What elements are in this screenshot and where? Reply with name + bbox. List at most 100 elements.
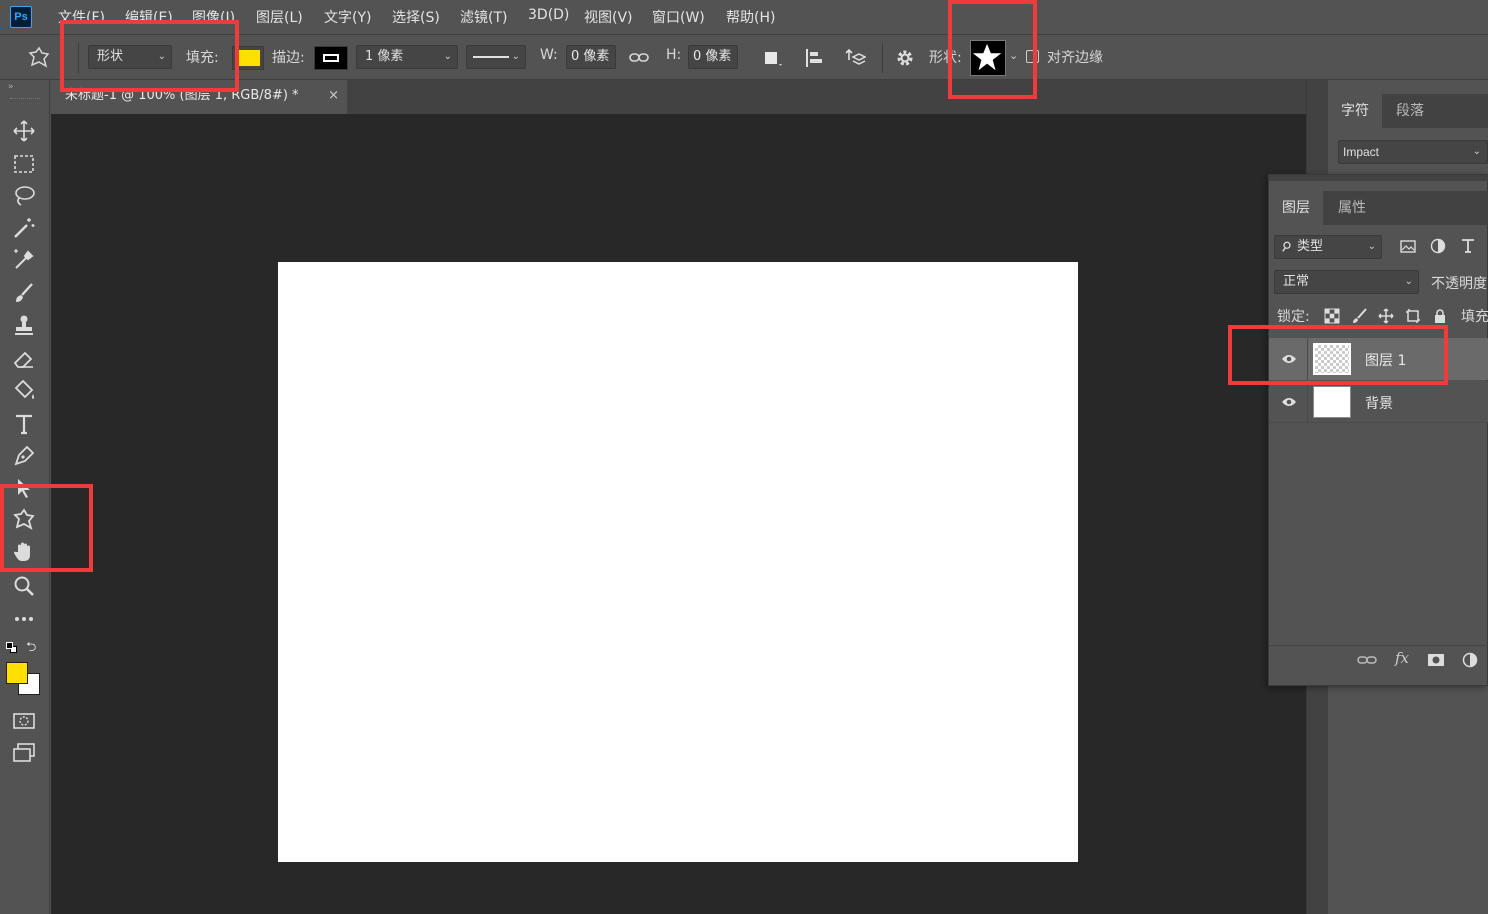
tab-paragraph[interactable]: 段落 [1384,94,1436,128]
stroke-width-value: 1 像素 [365,49,404,64]
menu-file[interactable]: 文件(F) [58,7,105,27]
pen-tool-icon[interactable] [11,443,37,469]
shape-picker-button[interactable] [970,40,1006,76]
stroke-label: 描边: [272,50,305,66]
tool-mode-value: 形状 [97,49,124,64]
custom-shape-tool-icon[interactable] [11,507,37,533]
toolbox-grip[interactable] [10,98,40,101]
font-family-dropdown[interactable]: Impact ⌄ [1338,140,1488,164]
menu-edit[interactable]: 编辑(E) [125,7,173,27]
menu-3d[interactable]: 3D(D) [528,7,569,23]
menu-filter[interactable]: 滤镜(T) [460,7,507,27]
tab-character[interactable]: 字符 [1328,94,1382,128]
menu-image[interactable]: 图像(I) [192,7,235,27]
eraser-icon[interactable] [11,346,37,372]
fill-label: 填充 [1461,309,1488,325]
adjustment-layer-icon[interactable] [1461,651,1479,669]
lock-artboard-icon[interactable] [1405,308,1421,324]
type-filter-icon[interactable] [1459,237,1477,255]
height-label: H: [666,47,682,63]
stroke-type-dropdown[interactable]: ⌄ [466,45,526,69]
close-icon[interactable]: × [328,80,339,112]
stroke-swatch-button[interactable] [314,46,348,70]
lasso-tool-icon[interactable] [11,183,37,209]
paint-bucket-icon[interactable] [11,378,37,404]
height-field[interactable]: 0 像素 [688,45,738,69]
custom-shape-tool-icon[interactable] [26,45,52,71]
layer-row-layer1[interactable]: 图层 1 [1269,338,1488,380]
shape-picker-chevron-down-icon[interactable]: ⌄ [1009,49,1018,62]
adjustment-filter-icon[interactable] [1429,237,1447,255]
blend-mode-dropdown[interactable]: 正常 ⌄ [1274,270,1419,294]
document-title: 未标题-1 @ 100% (图层 1, RGB/8#) * [65,88,299,103]
gear-icon[interactable] [894,47,916,69]
chevron-down-icon: ⌄ [157,51,166,62]
eye-icon[interactable] [1281,353,1297,365]
menu-select[interactable]: 选择(S) [392,7,440,27]
move-tool-icon[interactable] [11,118,37,144]
lock-transparent-icon[interactable] [1324,308,1340,324]
menu-window[interactable]: 窗口(W) [652,7,705,27]
menu-layer[interactable]: 图层(L) [256,7,303,27]
link-icon[interactable] [628,47,650,69]
quick-mask-icon[interactable] [11,708,37,734]
tab-layers[interactable]: 图层 [1269,191,1323,225]
layer-filter-dropdown[interactable]: 类型 ⌄ [1274,235,1382,259]
photoshop-logo: Ps [10,6,32,28]
font-family-value: Impact [1343,145,1380,159]
pixel-filter-icon[interactable] [1399,237,1417,255]
zoom-tool-icon[interactable] [11,573,37,599]
chevron-down-icon: ⌄ [511,51,520,62]
path-arrangement-icon[interactable] [844,47,867,69]
document-tab[interactable]: 未标题-1 @ 100% (图层 1, RGB/8#) * × [51,80,347,114]
default-colors-icon[interactable] [6,642,18,654]
magic-wand-icon[interactable] [11,215,37,241]
options-bar: ⌄ 形状 ⌄ 填充: 描边: 1 像素 ⌄ ⌄ W: 0 像素 H: 0 像素 … [0,34,1488,80]
foreground-color-swatch[interactable] [6,662,28,684]
brush-icon[interactable] [11,280,37,306]
chevron-down-icon: ⌄ [1404,276,1413,287]
stamp-icon[interactable] [11,312,37,338]
layer-row-background[interactable]: 背景 [1269,381,1488,423]
collapse-arrows-icon[interactable]: » [8,82,14,92]
eyedropper-icon[interactable] [11,247,37,273]
chevron-down-icon: ⌄ [1367,241,1376,252]
canvas-area[interactable] [51,114,1306,914]
menu-help[interactable]: 帮助(H) [726,7,775,27]
layer-name: 图层 1 [1365,353,1407,369]
swap-colors-icon[interactable]: ⮌ [26,638,36,660]
eye-icon[interactable] [1281,396,1297,408]
fill-label: 填充: [186,50,219,66]
lock-label: 锁定: [1277,309,1310,325]
path-select-icon[interactable] [11,475,37,501]
tool-preset-caret-icon[interactable]: ⌄ [58,49,66,59]
path-operations-icon[interactable] [762,47,784,69]
shape-label: 形状: [929,50,962,66]
lock-image-brush-icon[interactable] [1351,308,1367,324]
blend-mode-value: 正常 [1283,274,1310,289]
align-edges-checkbox[interactable] [1026,50,1039,63]
link-layers-icon[interactable] [1357,651,1377,669]
hand-tool-icon[interactable] [11,539,37,565]
tool-mode-dropdown[interactable]: 形状 ⌄ [88,45,172,69]
type-tool-icon[interactable] [11,411,37,437]
layers-panel: 图层 属性 类型 ⌄ 正常 ⌄ 不透明度 锁定: 填充 图层 1 背景 fx [1268,174,1488,686]
layer-mask-icon[interactable] [1427,651,1445,669]
opacity-label: 不透明度 [1431,276,1487,292]
document-tab-bar: 未标题-1 @ 100% (图层 1, RGB/8#) * × [51,80,1306,114]
lock-position-icon[interactable] [1378,308,1394,324]
document-canvas[interactable] [278,262,1078,862]
lock-all-icon[interactable] [1432,308,1448,324]
width-field[interactable]: 0 像素 [566,45,616,69]
fill-swatch-button[interactable] [232,46,264,70]
stroke-width-field[interactable]: 1 像素 ⌄ [356,45,458,69]
fx-icon[interactable]: fx [1395,649,1409,667]
tab-properties[interactable]: 属性 [1325,191,1379,225]
marquee-tool-icon[interactable] [11,151,37,177]
layer-filter-value: 类型 [1297,239,1324,254]
menu-view[interactable]: 视图(V) [584,7,633,27]
menu-type[interactable]: 文字(Y) [324,7,371,27]
more-tools-icon[interactable] [11,606,37,632]
path-alignment-icon[interactable] [804,47,826,69]
screen-mode-icon[interactable] [11,740,37,766]
